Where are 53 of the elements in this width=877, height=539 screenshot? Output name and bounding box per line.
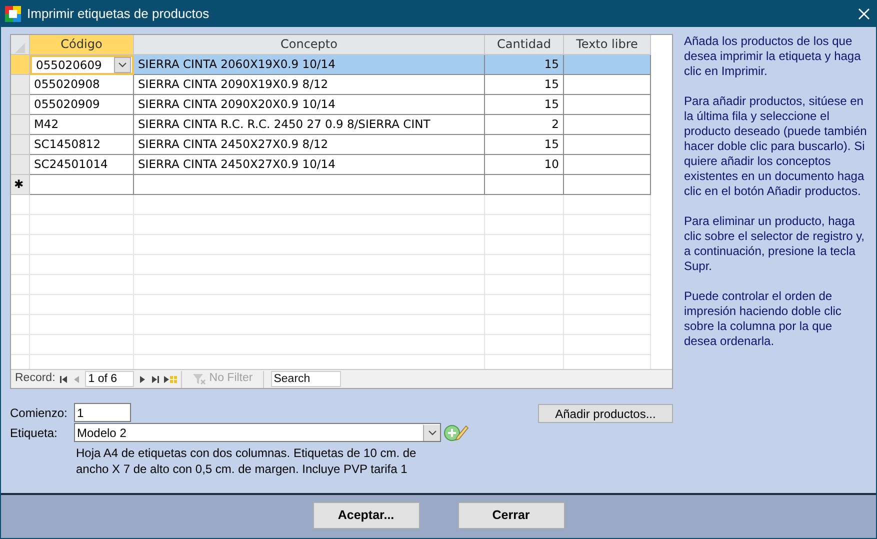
help-paragraph: Para eliminar un producto, haga clic sobre el selector de registro y, a continuación, presione la tecla Supr. xyxy=(684,214,866,274)
caret-icon xyxy=(118,62,127,68)
label-dropdown[interactable]: Modelo 2 xyxy=(74,423,441,442)
table-cell: 15 xyxy=(485,55,564,75)
table-cell: 055020909 xyxy=(30,95,134,115)
new-record-marker: ✱ xyxy=(11,175,30,195)
first-record-icon[interactable] xyxy=(59,374,68,384)
app-icon xyxy=(5,6,21,22)
search-field[interactable]: Search xyxy=(270,371,341,387)
field-label: Etiqueta: xyxy=(10,424,58,442)
table-cell: M42 xyxy=(30,115,134,135)
help-paragraph: Para añadir productos, sitúese en la última fila y seleccione el producto deseado (puede también hacer doble clic para buscarlo). Si quiere añadir los conceptos existentes en un documento haga clic en el botón Añadir productos. xyxy=(684,94,868,199)
help-paragraph: Puede controlar el orden de impresión haciendo doble clic sobre la columna por la que desea ordenarla. xyxy=(684,289,842,349)
help-paragraph: Añada los productos de los que desea imprimir la etiqueta y haga clic en Imprimir. xyxy=(684,34,862,79)
table-cell: SC1450812 xyxy=(30,135,134,155)
table-cell: SIERRA CINTA 2090X20X0.9 10/14 xyxy=(134,95,485,115)
record-position-field[interactable]: 1 of 6 xyxy=(85,371,134,387)
table-cell: 15 xyxy=(485,135,564,155)
table-cell: SIERRA CINTA 2060X19X0.9 10/14 xyxy=(134,55,485,75)
close-icon[interactable] xyxy=(858,8,870,20)
column-header[interactable]: Código xyxy=(30,35,134,55)
caret-icon xyxy=(428,430,436,436)
dropdown-button[interactable] xyxy=(114,57,131,73)
dialog-button[interactable]: Aceptar... xyxy=(312,502,420,529)
new-record-icon[interactable] xyxy=(164,374,178,384)
table-cell: 2 xyxy=(485,115,564,135)
table-cell: 10 xyxy=(485,155,564,175)
table-cell: 055020908 xyxy=(30,75,134,95)
field-label: Comienzo: xyxy=(10,404,68,422)
table-cell: SIERRA CINTA 2450X27X0.9 10/14 xyxy=(134,155,485,175)
column-header[interactable]: Concepto xyxy=(134,35,485,55)
table-cell: SIERRA CINTA 2450X27X0.9 8/12 xyxy=(134,135,485,155)
window-title: Imprimir etiquetas de productos xyxy=(27,5,210,24)
next-record-icon[interactable] xyxy=(138,374,148,384)
column-header[interactable]: Texto libre xyxy=(564,35,651,55)
code-dropdown[interactable]: 055020609 xyxy=(30,55,134,75)
add-edit-icon[interactable] xyxy=(443,423,469,442)
filter-icon xyxy=(192,373,206,385)
dropdown-button[interactable] xyxy=(423,424,440,440)
previous-record-icon[interactable] xyxy=(72,374,82,384)
table-cell: SIERRA CINTA R.C. R.C. 2450 27 0.9 8/SIERRA CINT xyxy=(134,115,485,135)
table-cell: 15 xyxy=(485,95,564,115)
table-cell: SC24501014 xyxy=(30,155,134,175)
table-cell: 15 xyxy=(485,75,564,95)
record-label: Record: xyxy=(15,371,56,386)
dialog-button[interactable]: Cerrar xyxy=(458,502,564,529)
add-products-button[interactable]: Añadir productos... xyxy=(538,404,673,423)
start-field[interactable]: 1 xyxy=(74,403,131,422)
last-record-icon[interactable] xyxy=(151,374,160,384)
table-cell: SIERRA CINTA 2090X19X0.9 8/12 xyxy=(134,75,485,95)
column-header[interactable]: Cantidad xyxy=(485,35,564,55)
label-description: Hoja A4 de etiquetas con dos columnas. Etiquetas de 10 cm. de ancho X 7 de alto con 0,5 cm. de margen. Incluye PVP tarifa 1 xyxy=(75,445,418,477)
corner-icon xyxy=(15,42,25,53)
